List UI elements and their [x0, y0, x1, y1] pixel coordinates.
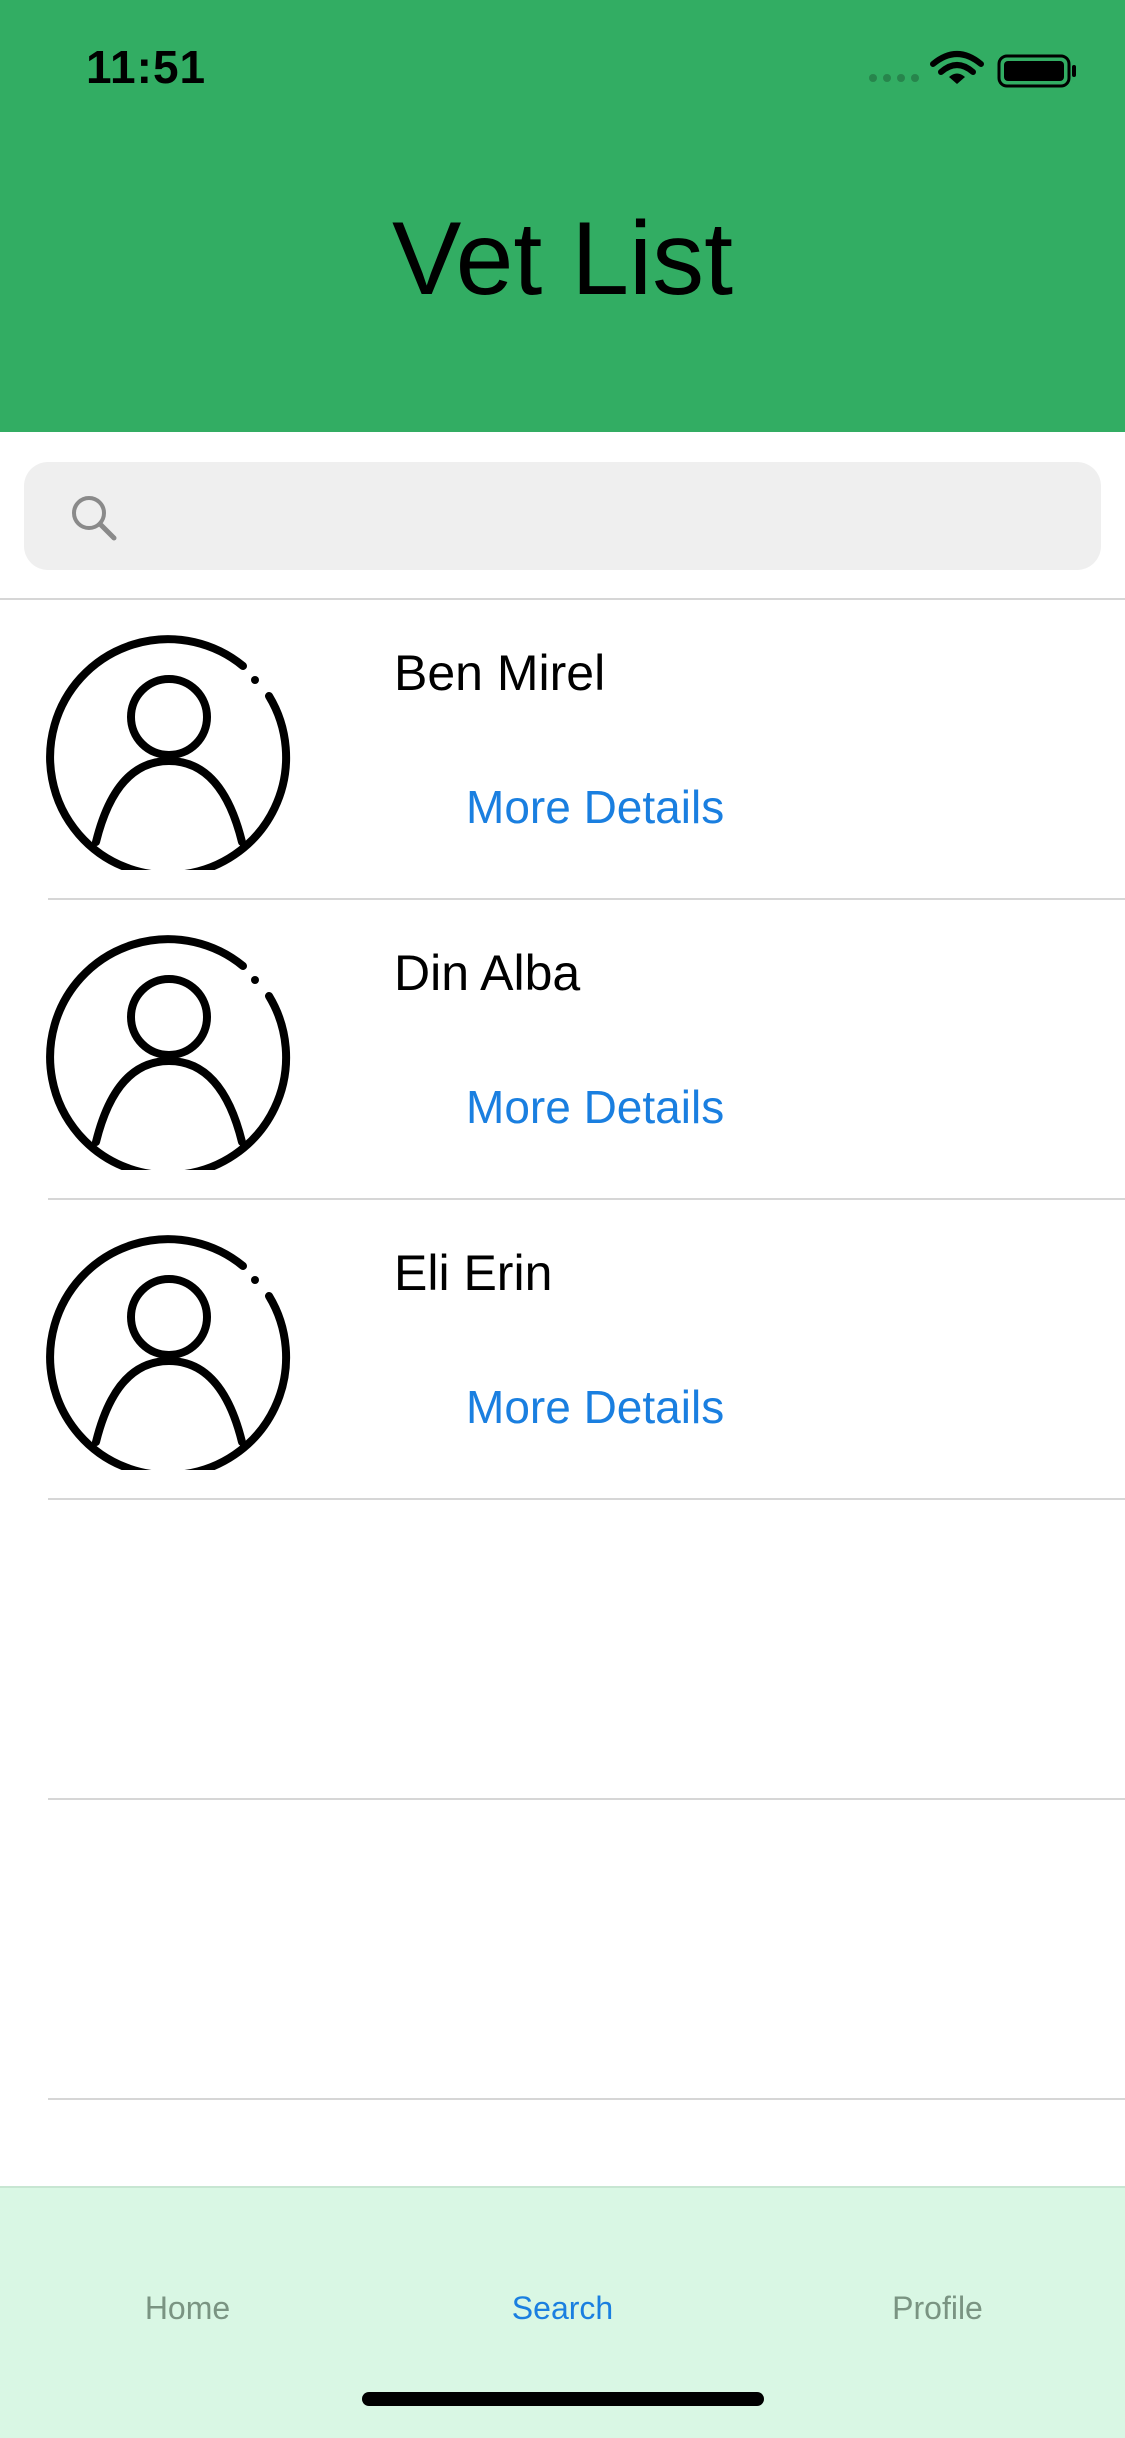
divider — [48, 1498, 1125, 1500]
vet-name: Ben Mirel — [394, 645, 606, 701]
user-avatar-icon — [46, 935, 291, 1170]
status-icons — [869, 51, 1076, 88]
more-details-link[interactable]: More Details — [466, 1080, 724, 1134]
tab-profile[interactable]: Profile — [750, 2290, 1125, 2327]
list-item-vet[interactable]: Eli Erin More Details — [0, 1200, 1125, 1500]
status-time: 11:51 — [86, 41, 207, 93]
list-item-vet[interactable]: Ben Mirel More Details — [0, 600, 1125, 900]
user-avatar-icon — [46, 1235, 291, 1470]
wifi-icon — [930, 51, 984, 84]
home-indicator — [362, 2392, 764, 2406]
search-input[interactable] — [134, 462, 1078, 572]
tab-home[interactable]: Home — [0, 2290, 375, 2327]
signal-icon — [869, 74, 919, 82]
page-title: Vet List — [391, 201, 734, 317]
more-details-link[interactable]: More Details — [466, 1380, 724, 1434]
tab-search[interactable]: Search — [375, 2290, 750, 2327]
vet-name: Eli Erin — [394, 1245, 553, 1301]
list-item-vet[interactable]: Din Alba More Details — [0, 900, 1125, 1200]
vet-name: Din Alba — [394, 945, 581, 1001]
battery-icon — [997, 54, 1076, 88]
search-bar[interactable] — [24, 462, 1101, 572]
user-avatar-icon — [46, 635, 291, 870]
divider — [48, 2098, 1125, 2100]
more-details-link[interactable]: More Details — [466, 780, 724, 834]
search-icon — [72, 496, 117, 541]
divider — [48, 1798, 1125, 1800]
